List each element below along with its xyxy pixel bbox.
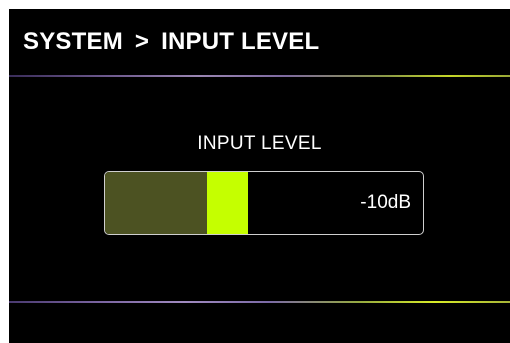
screen: SYSTEM > INPUT LEVEL INPUT LEVEL -10dB <box>9 9 510 343</box>
meter-level-fill <box>105 172 207 234</box>
breadcrumb-item-system[interactable]: SYSTEM <box>23 28 123 55</box>
input-level-title: INPUT LEVEL <box>197 133 322 154</box>
meter-peak-indicator <box>206 172 249 234</box>
header: SYSTEM > INPUT LEVEL <box>9 9 510 75</box>
main-content: INPUT LEVEL -10dB <box>9 77 510 301</box>
footer-divider <box>9 301 510 303</box>
breadcrumb: SYSTEM > INPUT LEVEL <box>23 28 319 56</box>
breadcrumb-item-input-level: INPUT LEVEL <box>161 28 320 55</box>
input-level-meter[interactable]: -10dB <box>104 171 424 235</box>
breadcrumb-separator: > <box>134 28 150 55</box>
meter-value-label: -10dB <box>360 192 411 213</box>
